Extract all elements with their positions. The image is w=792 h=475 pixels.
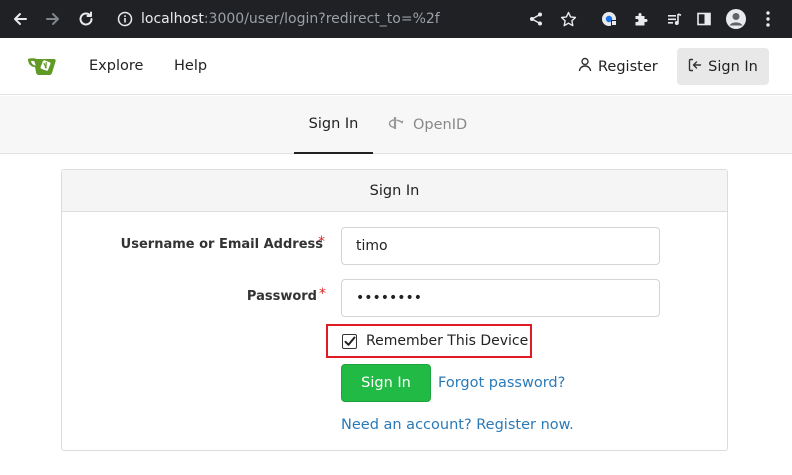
app-navbar: Explore Help Register Sign In <box>0 38 792 95</box>
url-host: localhost <box>141 11 204 27</box>
side-panel-icon[interactable] <box>693 8 715 30</box>
register-now-link[interactable]: Need an account? Register now. <box>341 417 574 433</box>
nav-sign-in-button[interactable]: Sign In <box>677 48 769 85</box>
tab-openid[interactable]: OpenID <box>388 96 467 154</box>
register-label: Register <box>598 58 658 75</box>
username-input[interactable] <box>341 227 660 265</box>
openid-icon <box>388 115 405 135</box>
user-icon <box>578 57 592 76</box>
reload-icon[interactable] <box>75 8 97 30</box>
username-label: Username or Email Address <box>120 237 323 252</box>
profile-avatar-icon[interactable] <box>725 8 747 30</box>
nav-help-link[interactable]: Help <box>174 58 207 74</box>
site-info-icon[interactable] <box>114 8 136 30</box>
gitea-logo-icon[interactable] <box>27 53 59 79</box>
remember-device-checkbox[interactable] <box>342 333 357 349</box>
forward-icon[interactable] <box>42 8 64 30</box>
url-path: :3000/user/login?redirect_to=%2f <box>203 11 440 27</box>
password-required-marker: * <box>319 286 326 302</box>
bookmark-star-icon[interactable] <box>557 8 579 30</box>
browser-menu-icon[interactable] <box>757 8 779 30</box>
card-title: Sign In <box>62 170 727 212</box>
extension-badge-icon[interactable] <box>598 8 620 30</box>
address-bar[interactable]: localhost:3000/user/login?redirect_to=%2… <box>141 8 440 30</box>
username-required-marker: * <box>318 234 325 250</box>
sign-in-card: Sign In Username or Email Address * Pass… <box>61 169 728 451</box>
sign-in-label: Sign In <box>708 58 758 75</box>
nav-explore-link[interactable]: Explore <box>89 58 143 74</box>
remember-device-label[interactable]: Remember This Device <box>366 333 528 349</box>
nav-register-link[interactable]: Register <box>578 57 658 76</box>
media-queue-icon[interactable] <box>663 8 685 30</box>
forgot-password-link[interactable]: Forgot password? <box>438 375 565 391</box>
share-icon[interactable] <box>525 8 547 30</box>
tab-sign-in[interactable]: Sign In <box>294 96 373 154</box>
password-label: Password <box>246 289 317 304</box>
browser-toolbar: localhost:3000/user/login?redirect_to=%2… <box>0 0 792 38</box>
back-icon[interactable] <box>9 8 31 30</box>
sign-in-icon <box>688 58 702 76</box>
openid-label: OpenID <box>413 117 468 133</box>
extensions-puzzle-icon[interactable] <box>630 8 652 30</box>
password-input[interactable] <box>341 279 660 317</box>
checkmark-icon <box>344 336 355 346</box>
login-tabs: Sign In OpenID <box>0 96 792 154</box>
remember-device-highlight: Remember This Device <box>326 324 532 358</box>
sign-in-submit-button[interactable]: Sign In <box>341 364 431 402</box>
